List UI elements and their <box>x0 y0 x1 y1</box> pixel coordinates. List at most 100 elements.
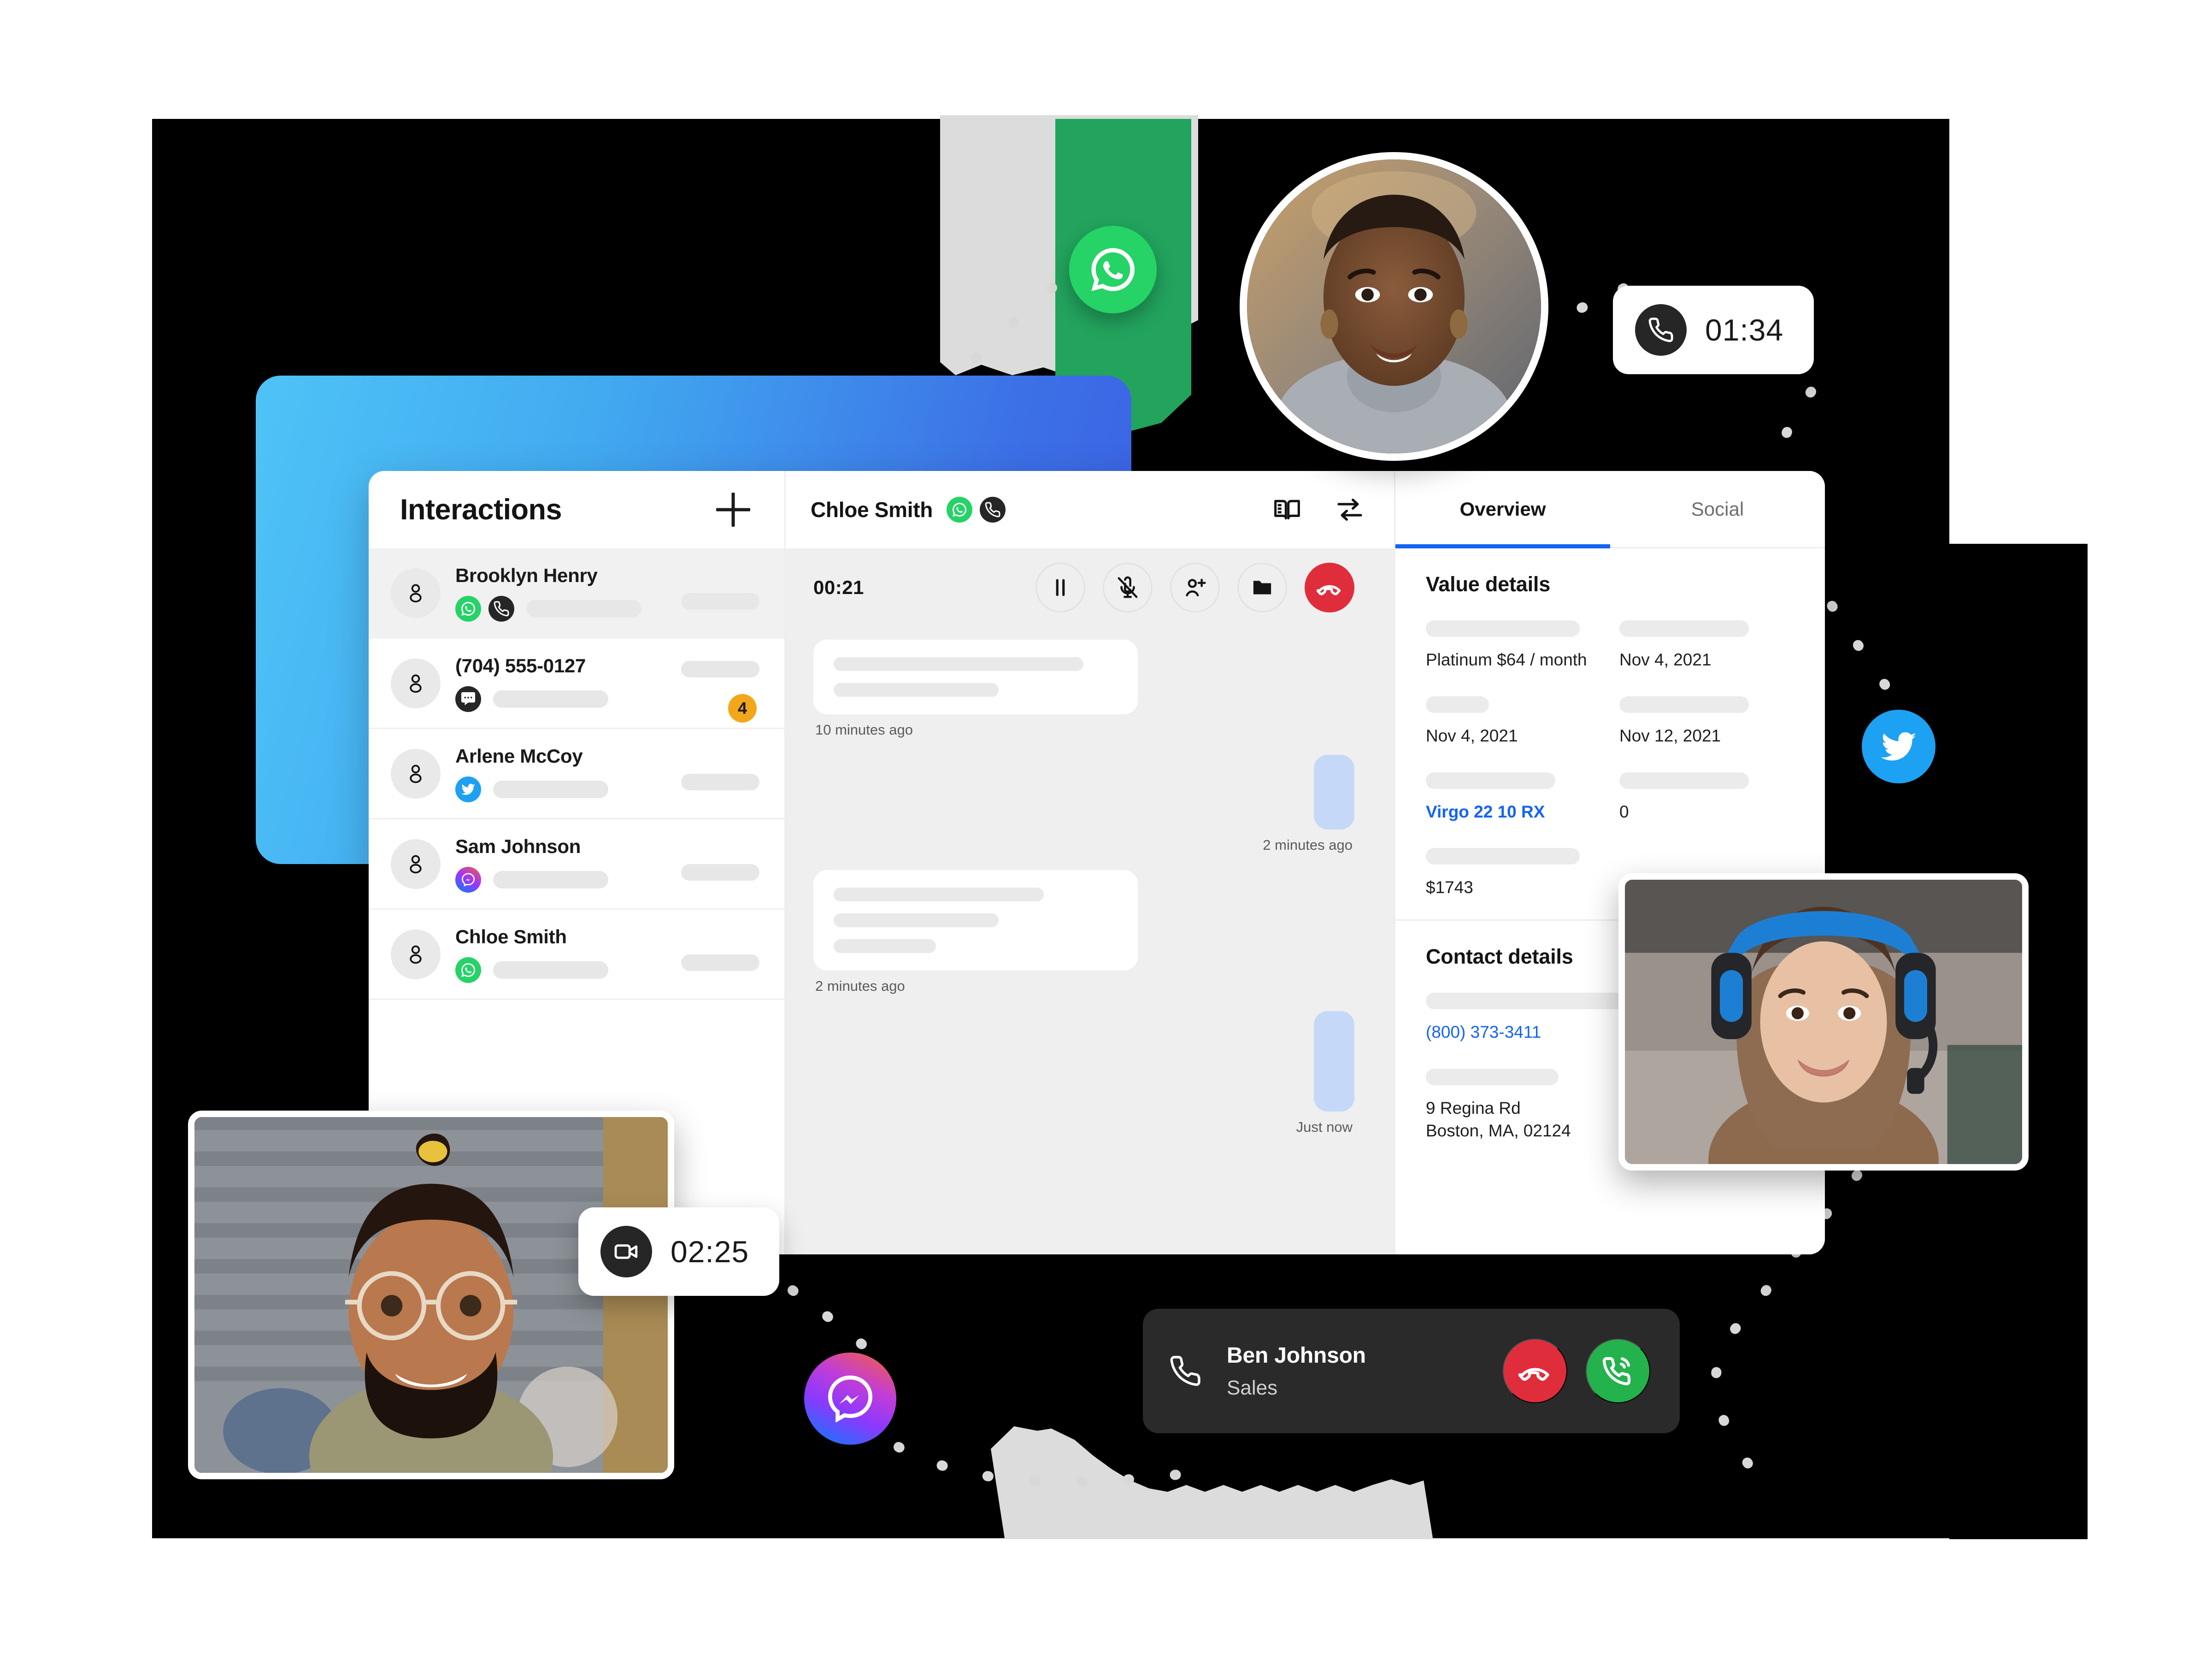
field-date-1: Nov 4, 2021 <box>1619 620 1794 671</box>
conversation-body: Arlene McCoy <box>455 745 658 802</box>
contact-name: Chloe Smith <box>455 925 567 947</box>
time-placeholder <box>681 773 759 790</box>
folder-button[interactable] <box>1237 563 1287 612</box>
message-timestamp: 2 minutes ago <box>815 978 905 994</box>
field-date-2: Nov 4, 2021 <box>1426 696 1601 747</box>
time-placeholder <box>681 864 759 881</box>
field-plan: Platinum $64 / month <box>1426 620 1601 671</box>
messenger-icon <box>455 866 481 893</box>
section-title: Value details <box>1426 572 1551 596</box>
transfer-icon[interactable] <box>1335 495 1365 524</box>
whatsapp-icon <box>455 957 481 983</box>
tab-overview[interactable]: Overview <box>1395 471 1610 548</box>
message-line <box>834 683 999 697</box>
conversation-meta: 4 <box>658 639 759 728</box>
message-line <box>834 939 936 953</box>
video-icon <box>600 1226 652 1277</box>
message-bubble-outgoing <box>1314 755 1354 830</box>
message-bubble-incoming <box>813 870 1138 971</box>
messenger-icon[interactable] <box>804 1353 896 1445</box>
whatsapp-icon[interactable] <box>1069 226 1157 313</box>
conversation-body: Chloe Smith <box>455 926 658 983</box>
pause-call-button[interactable] <box>1035 563 1085 612</box>
field-value: Nov 12, 2021 <box>1619 726 1721 745</box>
label-placeholder <box>1619 620 1749 637</box>
twitter-icon <box>455 776 481 802</box>
unread-badge: 4 <box>728 694 757 723</box>
label-placeholder <box>1619 696 1749 713</box>
message-line <box>834 913 999 927</box>
sms-icon <box>455 686 481 712</box>
contact-name: Sam Johnson <box>455 835 581 857</box>
caller-info: Ben Johnson Sales <box>1227 1343 1366 1400</box>
conversation-list-item-sam-johnson[interactable]: Sam Johnson <box>369 819 784 910</box>
whatsapp-icon[interactable] <box>947 497 973 523</box>
contact-name: (704) 555-0127 <box>455 654 586 677</box>
label-placeholder <box>1426 993 1640 1010</box>
message-line <box>834 657 1084 671</box>
channel-row <box>455 957 658 983</box>
agent-headset-photo-right <box>1618 873 2029 1171</box>
conversation-body: Brooklyn Henry <box>455 565 658 622</box>
label-placeholder <box>1426 772 1556 789</box>
phone-icon[interactable] <box>980 497 1006 523</box>
accept-call-button[interactable] <box>1586 1339 1650 1403</box>
avatar <box>391 658 441 708</box>
field-value-link[interactable]: Virgo 22 10 RX <box>1426 801 1601 824</box>
details-tabs: Overview Social <box>1395 471 1825 548</box>
phone-icon <box>1169 1354 1205 1388</box>
call-action-buttons <box>1035 563 1354 612</box>
conversation-body: (704) 555-0127 <box>455 655 658 712</box>
field-date-3: Nov 12, 2021 <box>1619 696 1794 747</box>
message-row: 2 minutes ago <box>813 755 1354 866</box>
add-participant-button[interactable] <box>1170 563 1220 612</box>
value-details-grid: Platinum $64 / month Nov 4, 2021 Nov 4, … <box>1426 620 1794 899</box>
conversation-meta <box>658 819 759 908</box>
add-interaction-button[interactable] <box>713 490 753 529</box>
label-placeholder <box>1426 620 1580 637</box>
call-timer-value: 01:34 <box>1705 313 1784 347</box>
tab-social[interactable]: Social <box>1610 471 1825 547</box>
field-amount: $1743 <box>1426 848 1601 899</box>
end-call-button[interactable] <box>1305 563 1354 612</box>
phone-icon <box>1635 304 1687 356</box>
sidebar-header: Interactions <box>369 471 784 548</box>
message-row: 10 minutes ago <box>813 640 1354 751</box>
caller-role: Sales <box>1227 1376 1278 1399</box>
preview-placeholder <box>493 961 608 979</box>
conversation-meta <box>658 548 759 637</box>
avatar <box>391 568 441 618</box>
avatar <box>391 929 441 979</box>
message-row: Just now <box>813 1011 1354 1148</box>
message-timestamp: 10 minutes ago <box>815 722 913 738</box>
contact-name: Arlene McCoy <box>455 745 583 767</box>
label-placeholder <box>1426 848 1580 865</box>
message-bubble-outgoing <box>1314 1011 1354 1112</box>
call-duration: 00:21 <box>813 577 864 598</box>
video-duration-pill: 02:25 <box>578 1207 780 1296</box>
conversation-list-item-arlene-mccoy[interactable]: Arlene McCoy <box>369 729 784 819</box>
conversation-list-item-704-555-0127[interactable]: (704) 555-0127 4 <box>369 639 784 729</box>
label-placeholder <box>1426 1069 1559 1086</box>
channel-row <box>455 686 658 712</box>
conversation-list-item-brooklyn-henry[interactable]: Brooklyn Henry <box>369 548 784 639</box>
conversation-header: Chloe Smith <box>786 471 1394 548</box>
page-title: Interactions <box>400 494 562 526</box>
conversation-tools <box>1272 495 1365 524</box>
twitter-icon[interactable] <box>1862 710 1936 783</box>
channel-row <box>455 595 658 622</box>
message-row: 2 minutes ago <box>813 870 1354 1007</box>
knowledge-base-icon[interactable] <box>1272 495 1302 524</box>
conversation-list-item-chloe-smith[interactable]: Chloe Smith <box>369 910 784 1000</box>
preview-placeholder <box>493 871 608 888</box>
message-thread: 10 minutes ago 2 minutes ago 2 minutes a… <box>786 627 1394 1254</box>
contact-name: Brooklyn Henry <box>455 564 598 586</box>
value-details-section: Value details Platinum $64 / month Nov 4… <box>1395 548 1825 921</box>
mute-microphone-button[interactable] <box>1103 563 1153 612</box>
active-call-bar: 00:21 <box>786 548 1394 627</box>
decline-call-button[interactable] <box>1503 1339 1567 1403</box>
time-placeholder <box>681 660 759 677</box>
field-count: 0 <box>1619 772 1794 824</box>
channel-row <box>455 866 658 893</box>
field-product: Virgo 22 10 RX <box>1426 772 1601 824</box>
